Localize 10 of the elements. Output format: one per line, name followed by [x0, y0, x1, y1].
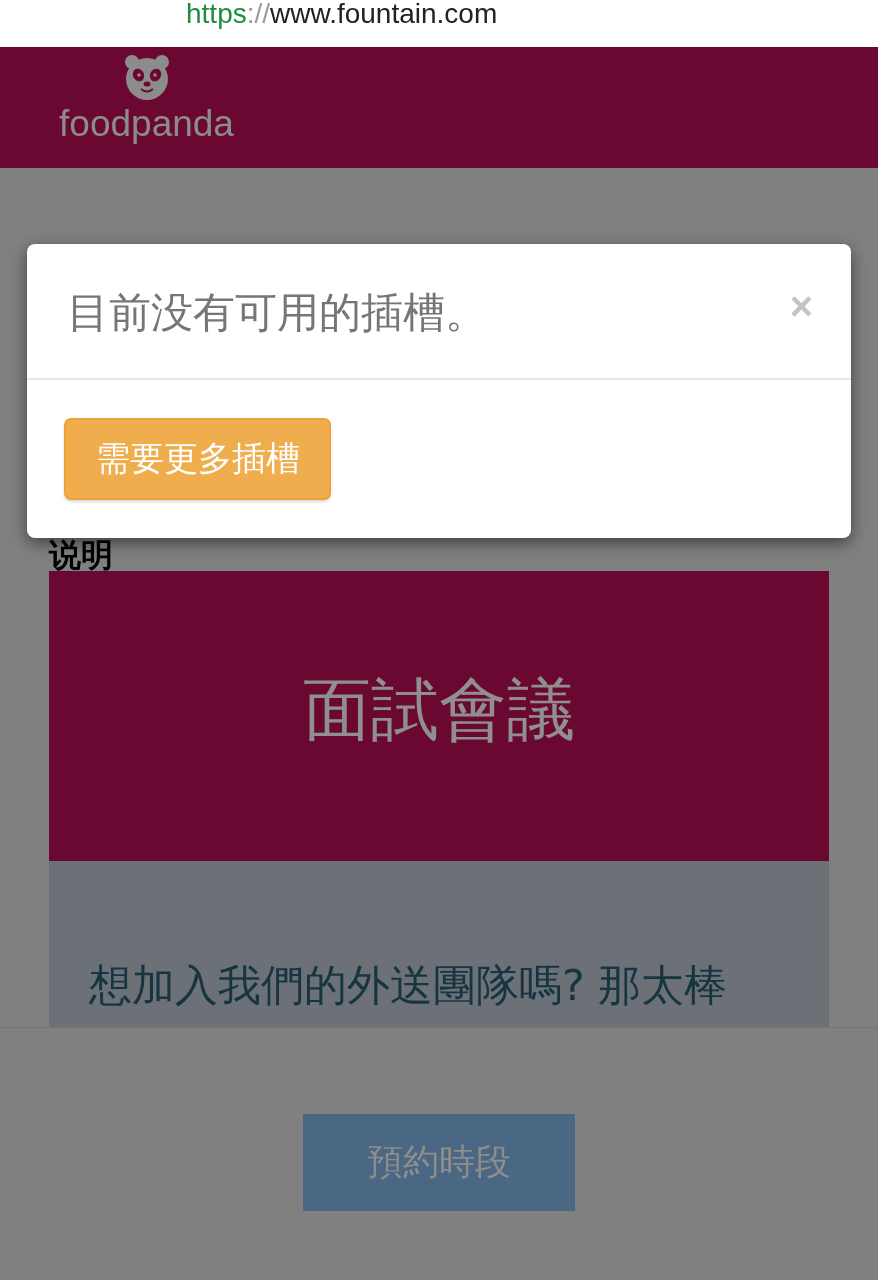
- hero-title: 面試會議: [303, 670, 575, 750]
- book-slot-button[interactable]: 預約時段: [303, 1114, 575, 1211]
- close-button[interactable]: ×: [789, 286, 813, 326]
- dialog-message: 目前没有可用的插槽。: [67, 287, 487, 339]
- intro-text: 想加入我們的外送團隊嗎? 那太棒: [89, 959, 728, 1011]
- url-text[interactable]: https://www.fountain.com: [186, 0, 498, 28]
- more-slots-button[interactable]: 需要更多插槽: [64, 418, 331, 500]
- section-label: 说明: [49, 539, 113, 571]
- logo-text[interactable]: foodpanda: [59, 101, 234, 147]
- panda-icon: [122, 53, 171, 101]
